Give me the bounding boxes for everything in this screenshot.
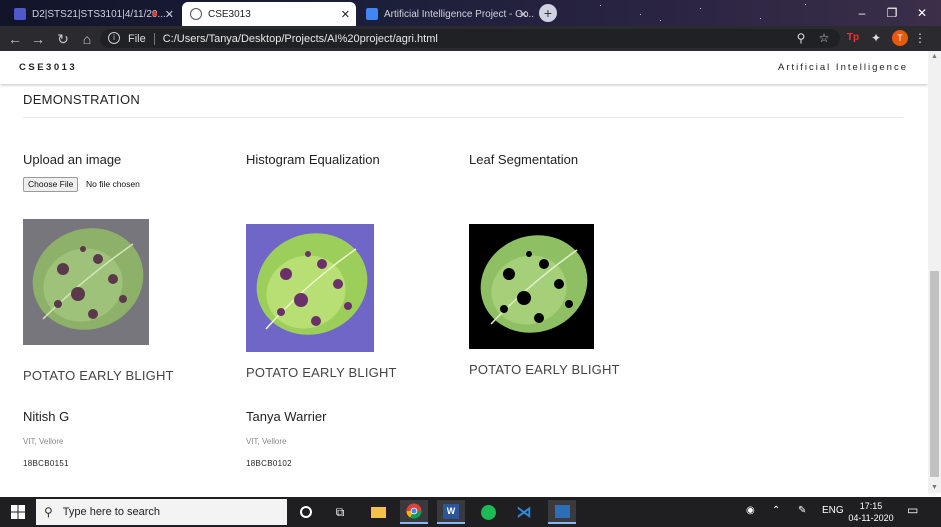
recording-dot-icon: ● xyxy=(151,8,158,20)
upload-heading: Upload an image xyxy=(23,152,122,167)
clock-date: 04-11-2020 xyxy=(848,513,894,523)
member-institute: VIT, Vellore xyxy=(23,437,64,446)
globe-icon xyxy=(190,8,202,20)
photos-taskbar-icon[interactable] xyxy=(548,500,576,524)
diagnosis-label-upload: POTATO EARLY BLIGHT xyxy=(23,368,174,383)
zoom-icon[interactable]: ⚲ xyxy=(795,30,807,46)
forward-button[interactable]: → xyxy=(29,30,47,48)
page-scrollbar[interactable]: ▲ ▼ xyxy=(928,51,941,493)
creative-cloud-icon[interactable]: ◉ xyxy=(746,505,755,516)
member-id: 18BCB0151 xyxy=(23,459,69,468)
close-window-button[interactable]: ✕ xyxy=(908,3,936,23)
taskbar-clock[interactable]: 17:15 04-11-2020 xyxy=(845,500,897,524)
task-view-icon[interactable]: ⧉ xyxy=(326,500,354,524)
info-icon[interactable]: i xyxy=(108,32,120,44)
section-title: DEMONSTRATION xyxy=(23,92,141,107)
vscode-taskbar-icon[interactable]: ⋊ xyxy=(510,500,538,524)
star-decoration xyxy=(760,18,761,19)
webpage: CSE3013 Artificial Intelligence DEMONSTR… xyxy=(0,51,928,493)
tab-label: Artificial Intelligence Project - Go... xyxy=(384,8,534,20)
search-placeholder: Type here to search xyxy=(62,506,161,518)
tab-label: D2|STS21|STS3101|4/11/20... xyxy=(32,8,166,20)
chrome-taskbar-icon[interactable] xyxy=(400,500,428,524)
star-decoration xyxy=(600,5,601,6)
language-indicator[interactable]: ENG xyxy=(822,505,844,516)
teams-icon xyxy=(14,8,26,20)
close-icon[interactable]: ✕ xyxy=(341,8,350,21)
new-tab-button[interactable]: + xyxy=(539,4,557,22)
member-name: Tanya Warrier xyxy=(246,409,327,424)
home-button[interactable]: ⌂ xyxy=(78,30,96,48)
member-name: Nitish G xyxy=(23,409,70,424)
back-button[interactable]: ← xyxy=(6,30,24,48)
file-status: No file chosen xyxy=(86,179,140,189)
uploaded-leaf-image xyxy=(23,219,149,345)
address-bar[interactable]: i File C:/Users/Tanya/Desktop/Projects/A… xyxy=(100,29,840,48)
segmentation-heading: Leaf Segmentation xyxy=(469,152,579,167)
segmented-leaf-image xyxy=(469,224,594,349)
cortana-icon[interactable] xyxy=(292,500,320,524)
scroll-thumb[interactable] xyxy=(930,271,939,477)
star-decoration xyxy=(660,20,661,21)
close-icon[interactable]: ✕ xyxy=(165,8,174,21)
diagnosis-label-histogram: POTATO EARLY BLIGHT xyxy=(246,365,397,380)
word-taskbar-icon[interactable]: W xyxy=(437,500,465,524)
search-icon: ⚲ xyxy=(44,505,53,519)
divider xyxy=(153,32,155,45)
puzzle-icon[interactable]: ✦ xyxy=(870,30,882,46)
file-explorer-icon[interactable] xyxy=(364,500,392,524)
star-decoration xyxy=(805,4,806,5)
browser-tab-bar: D2|STS21|STS3101|4/11/20... ● ✕ CSE3013 … xyxy=(0,0,941,26)
notifications-icon[interactable]: ▭ xyxy=(907,503,918,517)
tab-teams[interactable]: D2|STS21|STS3101|4/11/20... ● ✕ xyxy=(6,2,180,26)
spotify-taskbar-icon[interactable] xyxy=(474,500,502,524)
menu-kebab-icon[interactable]: ⋮ xyxy=(914,30,926,46)
tab-cse3013[interactable]: CSE3013 ✕ xyxy=(182,2,356,26)
histogram-equalized-image xyxy=(246,224,374,352)
star-decoration xyxy=(700,8,701,9)
profile-avatar[interactable]: T xyxy=(892,30,908,46)
pen-icon[interactable]: ✎ xyxy=(798,505,806,516)
bookmark-star-icon[interactable]: ☆ xyxy=(818,30,830,46)
docs-icon xyxy=(366,8,378,20)
histogram-heading: Histogram Equalization xyxy=(246,152,380,167)
windows-taskbar: ⚲ Type here to search ⧉ W ⋊ ◉ ⌃ ✎ ENG 17… xyxy=(0,497,941,527)
extension-icon[interactable]: Tp xyxy=(846,30,860,46)
chevron-up-icon[interactable]: ⌃ xyxy=(772,505,780,516)
taskbar-search-box[interactable]: ⚲ Type here to search xyxy=(36,499,287,525)
member-institute: VIT, Vellore xyxy=(246,437,287,446)
diagnosis-label-segmentation: POTATO EARLY BLIGHT xyxy=(469,362,620,377)
site-navbar: CSE3013 Artificial Intelligence xyxy=(0,51,928,84)
minimize-button[interactable]: – xyxy=(848,3,876,23)
reload-button[interactable]: ↻ xyxy=(54,30,72,48)
maximize-button[interactable]: ❐ xyxy=(878,3,906,23)
star-decoration xyxy=(640,14,641,15)
url-text[interactable]: C:/Users/Tanya/Desktop/Projects/AI%20pro… xyxy=(163,33,438,45)
member-id: 18BCB0102 xyxy=(246,459,292,468)
protocol-label: File xyxy=(128,32,146,45)
scroll-down-arrow-icon[interactable]: ▼ xyxy=(931,484,938,491)
clock-time: 17:15 xyxy=(859,501,883,511)
divider xyxy=(23,117,903,118)
windows-start-icon[interactable] xyxy=(11,505,25,519)
nav-link-ai[interactable]: Artificial Intelligence xyxy=(778,62,908,73)
tab-label: CSE3013 xyxy=(208,8,251,20)
scroll-up-arrow-icon[interactable]: ▲ xyxy=(931,53,938,60)
choose-file-button[interactable]: Choose File xyxy=(23,177,79,192)
site-brand[interactable]: CSE3013 xyxy=(19,62,77,73)
tab-google-docs[interactable]: Artificial Intelligence Project - Go... … xyxy=(358,2,534,26)
close-icon[interactable]: ✕ xyxy=(519,8,528,21)
